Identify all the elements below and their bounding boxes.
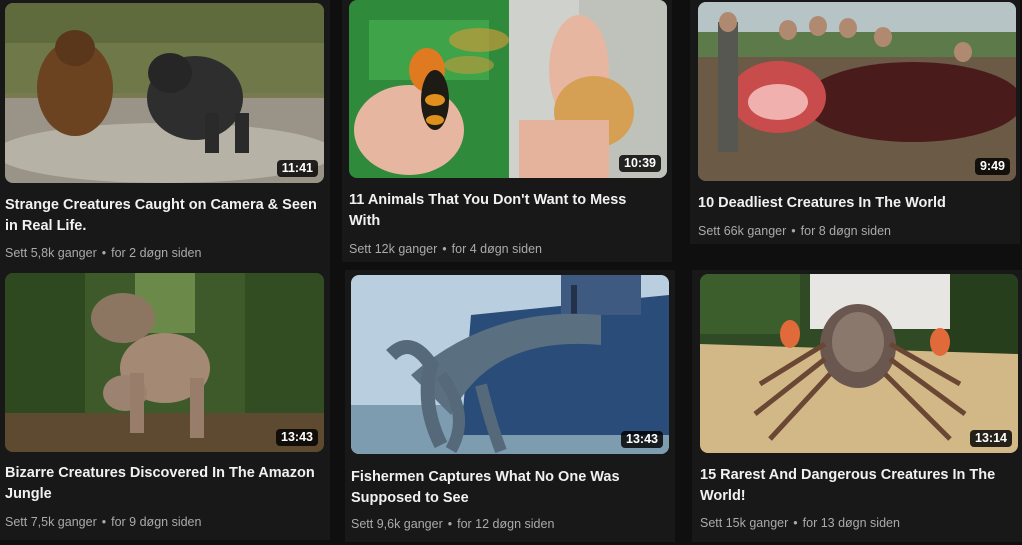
video-thumbnail[interactable]: 13:43: [351, 275, 669, 454]
meta-separator: •: [793, 516, 798, 530]
video-thumbnail[interactable]: 11:41: [5, 3, 324, 183]
thumbnail-image: [351, 275, 669, 454]
video-duration: 9:49: [974, 158, 1010, 175]
meta-separator: •: [791, 224, 796, 238]
video-title[interactable]: 11 Animals That You Don't Want to Mess W…: [349, 190, 649, 232]
video-duration: 13:43: [621, 431, 663, 448]
video-views: Sett 12k ganger: [349, 242, 438, 256]
video-duration: 11:41: [276, 160, 318, 177]
video-duration: 13:43: [276, 429, 318, 446]
video-title[interactable]: 10 Deadliest Creatures In The World: [698, 193, 1013, 214]
video-meta: Sett 66k ganger • for 8 døgn siden: [698, 223, 891, 239]
video-views: Sett 7,5k ganger: [5, 515, 97, 529]
video-meta: Sett 15k ganger • for 13 døgn siden: [700, 515, 900, 531]
video-title[interactable]: Fishermen Captures What No One Was Suppo…: [351, 467, 651, 509]
video-card[interactable]: 11:41 Strange Creatures Caught on Camera…: [0, 0, 330, 268]
video-age: for 8 døgn siden: [800, 224, 891, 238]
video-card[interactable]: 13:43 Fishermen Captures What No One Was…: [345, 270, 675, 542]
thumbnail-image: [700, 274, 1018, 453]
video-thumbnail[interactable]: 13:14: [700, 274, 1018, 453]
video-grid: 11:41 Strange Creatures Caught on Camera…: [0, 0, 1022, 545]
video-duration: 13:14: [970, 430, 1012, 447]
meta-separator: •: [447, 517, 453, 531]
video-thumbnail[interactable]: 10:39: [349, 0, 667, 178]
video-age: for 2 døgn siden: [111, 246, 202, 260]
video-age: for 9 døgn siden: [111, 515, 202, 529]
meta-separator: •: [101, 246, 107, 260]
video-meta: Sett 12k ganger • for 4 døgn siden: [349, 241, 542, 257]
video-title[interactable]: 15 Rarest And Dangerous Creatures In The…: [700, 465, 1000, 507]
video-views: Sett 9,6k ganger: [351, 517, 443, 531]
video-card[interactable]: 9:49 10 Deadliest Creatures In The World…: [690, 0, 1020, 244]
thumbnail-image: [698, 2, 1016, 181]
video-age: for 13 døgn siden: [802, 516, 900, 530]
meta-separator: •: [101, 515, 107, 529]
meta-separator: •: [442, 242, 447, 256]
video-card[interactable]: 10:39 11 Animals That You Don't Want to …: [342, 0, 672, 262]
video-age: for 12 døgn siden: [457, 517, 555, 531]
video-meta: Sett 5,8k ganger • for 2 døgn siden: [5, 245, 201, 261]
video-views: Sett 5,8k ganger: [5, 246, 97, 260]
video-title[interactable]: Strange Creatures Caught on Camera & See…: [5, 195, 320, 237]
video-views: Sett 15k ganger: [700, 516, 789, 530]
video-meta: Sett 9,6k ganger • for 12 døgn siden: [351, 516, 554, 532]
thumbnail-image: [5, 273, 324, 452]
video-title[interactable]: Bizarre Creatures Discovered In The Amaz…: [5, 463, 315, 505]
thumbnail-image: [349, 0, 667, 178]
video-card[interactable]: 13:43 Bizarre Creatures Discovered In Th…: [0, 268, 330, 540]
video-views: Sett 66k ganger: [698, 224, 787, 238]
video-thumbnail[interactable]: 9:49: [698, 2, 1016, 181]
video-meta: Sett 7,5k ganger • for 9 døgn siden: [5, 514, 201, 530]
video-thumbnail[interactable]: 13:43: [5, 273, 324, 452]
video-age: for 4 døgn siden: [451, 242, 542, 256]
video-duration: 10:39: [619, 155, 661, 172]
thumbnail-image: [5, 3, 324, 183]
video-card[interactable]: 13:14 15 Rarest And Dangerous Creatures …: [692, 270, 1022, 542]
